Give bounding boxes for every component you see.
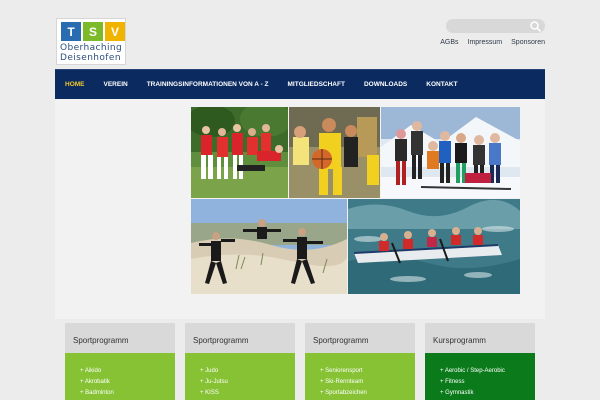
logo-tile-v: V bbox=[105, 22, 125, 41]
logo-tile-s: S bbox=[83, 22, 103, 41]
program-box-title: Sportprogramm bbox=[73, 336, 129, 345]
list-item[interactable]: Aerobic / Step-Aerobic bbox=[440, 366, 535, 377]
list-item[interactable]: Fitness bbox=[440, 377, 535, 388]
program-box-list: Aerobic / Step-Aerobic Fitness Gymnastik bbox=[425, 353, 535, 400]
list-item[interactable]: Aikido bbox=[80, 366, 175, 377]
club-logo[interactable]: T S V Oberhaching Deisenhofen bbox=[56, 18, 126, 65]
nav-downloads[interactable]: DOWNLOADS bbox=[364, 81, 407, 88]
nav-trainingsinformationen[interactable]: TRAININGSINFORMATIONEN VON A - Z bbox=[147, 81, 269, 88]
program-box-title: Sportprogramm bbox=[313, 336, 369, 345]
program-box-1: Sportprogramm Aikido Akrobatik Badminton bbox=[65, 323, 175, 400]
program-box-header: Sportprogramm bbox=[65, 323, 175, 353]
logo-text-line2: Deisenhofen bbox=[60, 53, 121, 63]
photo-rafting bbox=[348, 199, 520, 294]
program-box-3: Sportprogramm Seniorensport Ski-Rennteam… bbox=[305, 323, 415, 400]
program-box-list: Judo Ju-Jutsu KISS bbox=[185, 353, 295, 400]
list-item[interactable]: Ski-Rennteam bbox=[320, 377, 415, 388]
logo-text-line1: Oberhaching bbox=[60, 43, 123, 53]
program-box-header: Sportprogramm bbox=[185, 323, 295, 353]
program-box-title: Sportprogramm bbox=[193, 336, 249, 345]
list-item[interactable]: Badminton bbox=[80, 388, 175, 399]
search-icon[interactable] bbox=[529, 20, 542, 33]
program-box-4: Kursprogramm Aerobic / Step-Aerobic Fitn… bbox=[425, 323, 535, 400]
list-item[interactable]: Judo bbox=[200, 366, 295, 377]
logo-tile-t: T bbox=[61, 22, 81, 41]
list-item[interactable]: Sportabzeichen bbox=[320, 388, 415, 399]
program-box-header: Sportprogramm bbox=[305, 323, 415, 353]
program-box-header: Kursprogramm bbox=[425, 323, 535, 353]
photo-martial-arts-dunes bbox=[191, 199, 347, 294]
link-agbs[interactable]: AGBs bbox=[440, 39, 458, 46]
photo-ski-group bbox=[381, 107, 520, 198]
logo-letter-tiles: T S V bbox=[61, 22, 125, 41]
list-item[interactable]: Akrobatik bbox=[80, 377, 175, 388]
list-item[interactable]: Seniorensport bbox=[320, 366, 415, 377]
list-item[interactable]: Ju-Jutsu bbox=[200, 377, 295, 388]
link-sponsoren[interactable]: Sponsoren bbox=[511, 39, 545, 46]
program-box-2: Sportprogramm Judo Ju-Jutsu KISS bbox=[185, 323, 295, 400]
link-impressum[interactable]: Impressum bbox=[468, 39, 503, 46]
program-box-list: Seniorensport Ski-Rennteam Sportabzeiche… bbox=[305, 353, 415, 400]
program-box-title: Kursprogramm bbox=[433, 336, 486, 345]
nav-kontakt[interactable]: KONTAKT bbox=[426, 81, 457, 88]
program-box-list: Aikido Akrobatik Badminton bbox=[65, 353, 175, 400]
photo-group-red-shirts bbox=[191, 107, 288, 198]
nav-verein[interactable]: VEREIN bbox=[104, 81, 128, 88]
nav-home[interactable]: HOME bbox=[65, 81, 85, 88]
list-item[interactable]: KISS bbox=[200, 388, 295, 399]
main-navigation: HOME VEREIN TRAININGSINFORMATIONEN VON A… bbox=[55, 69, 545, 99]
photo-basketball bbox=[289, 107, 380, 198]
nav-mitgliedschaft[interactable]: MITGLIEDSCHAFT bbox=[288, 81, 345, 88]
top-links: AGBs Impressum Sponsoren bbox=[440, 39, 545, 46]
list-item[interactable]: Gymnastik bbox=[440, 388, 535, 399]
